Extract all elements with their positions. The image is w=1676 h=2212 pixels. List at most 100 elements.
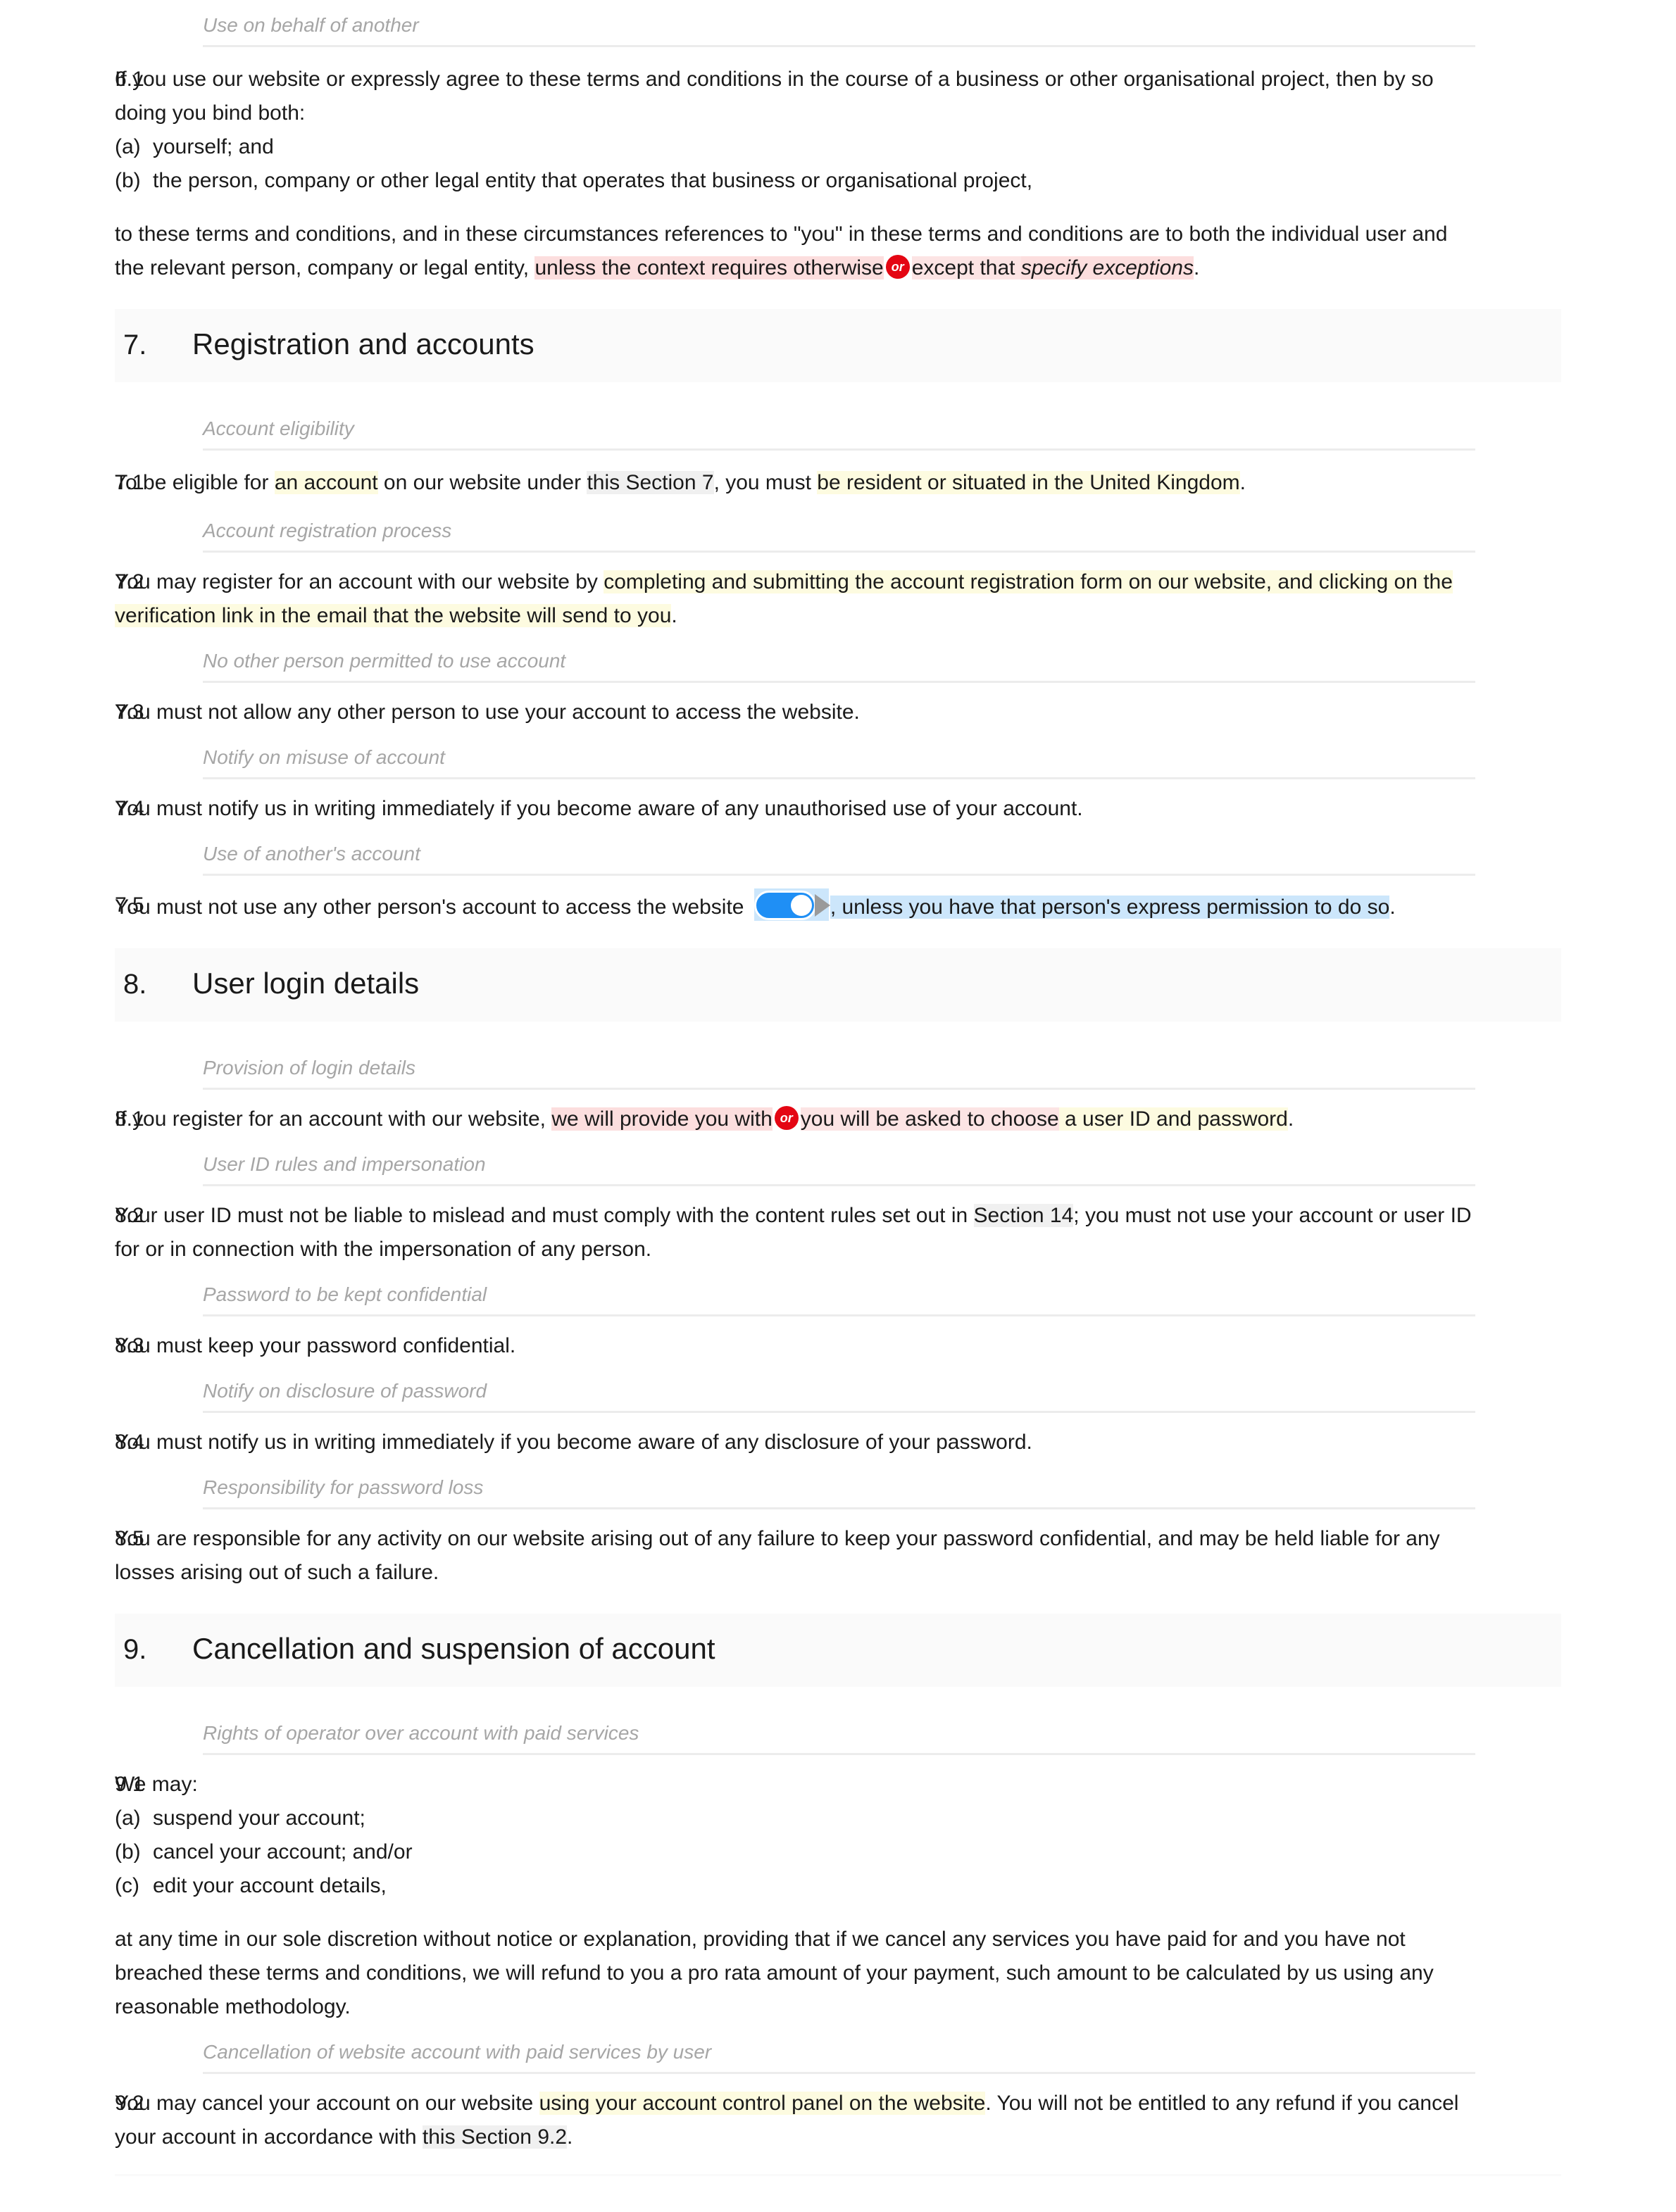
clause-text: If you use our website or expressly agre… bbox=[115, 63, 1676, 285]
clause-number: 7.4 bbox=[115, 797, 144, 820]
option-1-highlight[interactable]: we will provide you with bbox=[551, 1107, 773, 1131]
option-1-highlight[interactable]: unless the context requires otherwise bbox=[534, 256, 884, 279]
text-fragment: If you register for an account with our … bbox=[115, 1107, 552, 1131]
subheading-label: Notify on misuse of account bbox=[203, 742, 1475, 779]
subheading-rights-operator: Rights of operator over account with pai… bbox=[0, 1718, 1676, 1755]
subheading-provision-login: Provision of login details bbox=[0, 1052, 1676, 1090]
highlight-user-id-password[interactable]: a user ID and password bbox=[1058, 1107, 1288, 1131]
text-fragment: . bbox=[567, 2125, 573, 2149]
text-fragment: You must not use any other person's acco… bbox=[115, 896, 750, 919]
highlight-an-account[interactable]: an account bbox=[274, 471, 378, 494]
item-label-c: (c) bbox=[115, 1874, 139, 1897]
clause-8-2: 8.2 Your user ID must not be liable to m… bbox=[0, 1199, 1676, 1267]
section-heading-8: 8. User login details bbox=[115, 948, 1561, 1022]
clause-text: You are responsible for any activity on … bbox=[115, 1527, 1440, 1584]
section-title: Cancellation and suspension of account bbox=[192, 1632, 715, 1665]
clause-text: To be eligible for an account on our web… bbox=[115, 466, 1676, 500]
clause-7-3: 7.3 You must not allow any other person … bbox=[0, 696, 1676, 729]
item-label-a: (a) bbox=[115, 135, 141, 158]
clause-8-3: 8.3 You must keep your password confiden… bbox=[0, 1329, 1676, 1363]
text-fragment: . bbox=[1239, 471, 1246, 494]
highlight-cancellation-method[interactable]: using your account control panel on the … bbox=[539, 2092, 986, 2115]
clause-7-2: 7.2 You may register for an account with… bbox=[0, 565, 1676, 633]
clause-7-1: 7.1 To be eligible for an account on our… bbox=[0, 466, 1676, 500]
text-fragment: You may register for an account with our… bbox=[115, 570, 604, 593]
highlight-express-permission[interactable]: , unless you have that person's express … bbox=[830, 896, 1390, 919]
clause-6-1-lead: If you use our website or expressly agre… bbox=[115, 68, 1434, 125]
clause-8-1: 8.1 If you register for an account with … bbox=[0, 1102, 1676, 1136]
subheading-label: Use on behalf of another bbox=[203, 10, 1475, 47]
section-heading-9: 9. Cancellation and suspension of accoun… bbox=[115, 1614, 1561, 1687]
clause-text: Your user ID must not be liable to misle… bbox=[115, 1199, 1676, 1267]
cross-reference-section-9-2[interactable]: this Section 9.2 bbox=[422, 2125, 568, 2149]
text-fragment: You may cancel your account on our websi… bbox=[115, 2092, 539, 2115]
subheading-registration-process: Account registration process bbox=[0, 515, 1676, 553]
clause-text: We may: (a) suspend your account; (b) canc… bbox=[115, 1768, 1676, 2024]
subheading-userid-rules: User ID rules and impersonation bbox=[0, 1149, 1676, 1186]
option-2-text: except that bbox=[911, 256, 1015, 279]
subheading-password-confidential: Password to be kept confidential bbox=[0, 1279, 1676, 1316]
clause-text: You may register for an account with our… bbox=[115, 565, 1676, 633]
text-fragment: , you must bbox=[713, 471, 818, 494]
clause-number: 7.1 bbox=[115, 471, 144, 494]
subheading-notify-misuse: Notify on misuse of account bbox=[0, 742, 1676, 779]
subheading-label: Rights of operator over account with pai… bbox=[203, 1718, 1475, 1755]
subheading-label: Use of another's account bbox=[203, 838, 1475, 876]
toggle-switch[interactable] bbox=[753, 891, 816, 920]
section-title: Registration and accounts bbox=[192, 327, 534, 360]
option-2-highlight[interactable]: you will be asked to choose bbox=[800, 1107, 1059, 1131]
clause-9-1-item-b: (b) cancel your account; and/or bbox=[115, 1835, 1475, 1869]
clause-text: You must not allow any other person to u… bbox=[115, 700, 860, 724]
clause-text: You must notify us in writing immediatel… bbox=[115, 1431, 1032, 1454]
section-number: 8. bbox=[123, 969, 147, 1000]
cross-reference-section-14[interactable]: Section 14 bbox=[973, 1204, 1074, 1227]
clause-text: You must notify us in writing immediatel… bbox=[115, 797, 1083, 820]
optional-clause-toggle[interactable] bbox=[753, 888, 830, 921]
option-2-placeholder[interactable]: specify exceptions bbox=[1020, 256, 1194, 279]
subheading-label: Provision of login details bbox=[203, 1052, 1475, 1090]
text-fragment: . bbox=[671, 604, 677, 627]
clause-number: 7.5 bbox=[115, 893, 144, 917]
item-label-b: (b) bbox=[115, 169, 141, 192]
text-fragment: To be eligible for bbox=[115, 471, 275, 494]
subheading-cancellation-user: Cancellation of website account with pai… bbox=[0, 2037, 1676, 2074]
option-2-highlight[interactable]: except that specify exceptions bbox=[911, 256, 1194, 279]
clause-number: 9.2 bbox=[115, 2092, 144, 2115]
item-text-a: yourself; and bbox=[153, 135, 274, 158]
clause-6-1: 6.1 If you use our website or expressly … bbox=[0, 63, 1676, 285]
clause-text: You must not use any other person's acco… bbox=[115, 888, 1676, 924]
section-number: 9. bbox=[123, 1634, 147, 1665]
subheading-label: Notify on disclosure of password bbox=[203, 1376, 1475, 1413]
clause-9-1: 9.1 We may: (a) suspend your account; (b)… bbox=[0, 1768, 1676, 2024]
clause-text: If you register for an account with our … bbox=[115, 1102, 1676, 1136]
mouse-cursor-icon bbox=[814, 894, 830, 917]
clause-9-1-item-c: (c) edit your account details, bbox=[115, 1869, 1475, 1903]
subheading-label: Account registration process bbox=[203, 515, 1475, 553]
subheading-label: Responsibility for password loss bbox=[203, 1472, 1475, 1509]
cross-reference-section-7[interactable]: this Section 7 bbox=[587, 471, 714, 494]
subheading-no-other-person: No other person permitted to use account bbox=[0, 646, 1676, 683]
section-number: 7. bbox=[123, 329, 147, 360]
item-text-a: suspend your account; bbox=[153, 1806, 365, 1830]
clause-number: 7.2 bbox=[115, 570, 144, 593]
or-badge-icon[interactable]: or bbox=[885, 255, 910, 279]
clause-number: 8.4 bbox=[115, 1431, 144, 1454]
subheading-notify-disclosure: Notify on disclosure of password bbox=[0, 1376, 1676, 1413]
section-heading-7: 7. Registration and accounts bbox=[115, 309, 1561, 382]
item-text-b: cancel your account; and/or bbox=[153, 1840, 413, 1864]
subheading-label: Account eligibility bbox=[203, 413, 1475, 451]
highlight-residency[interactable]: be resident or situated in the United Ki… bbox=[817, 471, 1240, 494]
clause-number: 8.5 bbox=[115, 1527, 144, 1550]
clause-9-1-tail: at any time in our sole discretion witho… bbox=[115, 1928, 1434, 2018]
or-badge-icon[interactable]: or bbox=[774, 1106, 799, 1130]
toggle-knob bbox=[790, 895, 812, 916]
clause-text: You must keep your password confidential… bbox=[115, 1334, 516, 1357]
item-label-b: (b) bbox=[115, 1840, 141, 1864]
clause-9-1-item-a: (a) suspend your account; bbox=[115, 1802, 1475, 1835]
subheading-use-another-account: Use of another's account bbox=[0, 838, 1676, 876]
item-text-c: edit your account details, bbox=[153, 1874, 387, 1897]
bottom-divider bbox=[115, 2174, 1561, 2176]
clause-9-1-lead: We may: bbox=[115, 1773, 198, 1796]
document-page: Use on behalf of another 6.1 If you use … bbox=[0, 0, 1676, 2176]
clause-number: 9.1 bbox=[115, 1773, 144, 1796]
